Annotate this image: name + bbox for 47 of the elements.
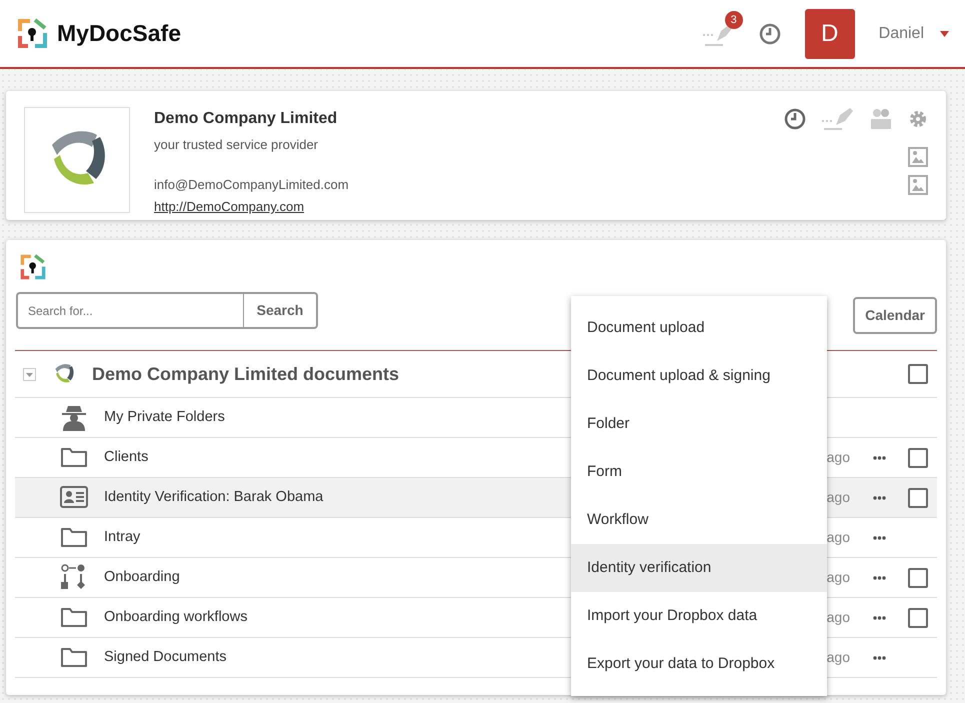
item-name[interactable]: Onboarding workflows <box>104 606 248 628</box>
clock-icon[interactable] <box>758 22 781 44</box>
menu-item[interactable]: Document upload & signing <box>571 352 827 400</box>
folder-tree-title[interactable]: Demo Company Limited documents <box>92 360 400 388</box>
more-icon[interactable] <box>872 656 886 660</box>
more-icon[interactable] <box>872 536 886 540</box>
checkbox[interactable] <box>908 608 928 628</box>
item-name[interactable]: My Private Folders <box>104 406 225 428</box>
company-name: Demo Company Limited <box>154 109 338 129</box>
user-name[interactable]: Daniel <box>878 22 924 46</box>
item-name[interactable]: Signed Documents <box>104 646 227 668</box>
checkbox[interactable] <box>908 448 928 468</box>
user-avatar[interactable]: D <box>804 8 855 58</box>
company-tagline: your trusted service provider <box>154 136 320 154</box>
company-website-link[interactable]: http://DemoCompany.com <box>154 197 349 216</box>
logo-icon <box>16 17 49 50</box>
item-name[interactable]: Identity Verification: Barak Obama <box>104 486 324 508</box>
search-field[interactable]: Search for... <box>16 292 244 329</box>
search-button[interactable]: Search <box>244 292 318 329</box>
workflow-icon <box>60 564 88 592</box>
item-name[interactable]: Intray <box>104 526 140 548</box>
modified-time: ago <box>826 488 850 507</box>
spy-figure-icon <box>60 404 88 432</box>
checkbox[interactable] <box>908 364 928 384</box>
checkbox[interactable] <box>908 568 928 588</box>
modified-time: ago <box>826 648 850 667</box>
modified-time: ago <box>826 608 850 627</box>
modified-time: ago <box>826 528 850 547</box>
more-icon[interactable] <box>872 456 886 460</box>
checkbox[interactable] <box>908 488 928 508</box>
more-icon[interactable] <box>872 496 886 500</box>
collapse-toggle-icon[interactable] <box>23 368 36 380</box>
item-name[interactable]: Clients <box>104 446 148 468</box>
clock-icon[interactable] <box>784 108 806 130</box>
menu-item[interactable]: Identity verification <box>571 544 827 592</box>
more-icon[interactable] <box>872 616 886 620</box>
item-name[interactable]: Onboarding <box>104 566 180 588</box>
app-name: MyDocSafe <box>57 19 181 48</box>
notification-badge: 3 <box>724 10 743 28</box>
modified-time: ago <box>826 568 850 587</box>
company-email: info@DemoCompanyLimited.com <box>154 176 349 194</box>
menu-item[interactable]: Document upload <box>571 304 827 352</box>
modified-time: ago <box>826 448 850 467</box>
more-icon[interactable] <box>872 576 886 580</box>
caret-icon[interactable] <box>940 30 949 36</box>
calendar-button[interactable]: Calendar <box>853 297 937 334</box>
logo-icon <box>19 252 47 282</box>
